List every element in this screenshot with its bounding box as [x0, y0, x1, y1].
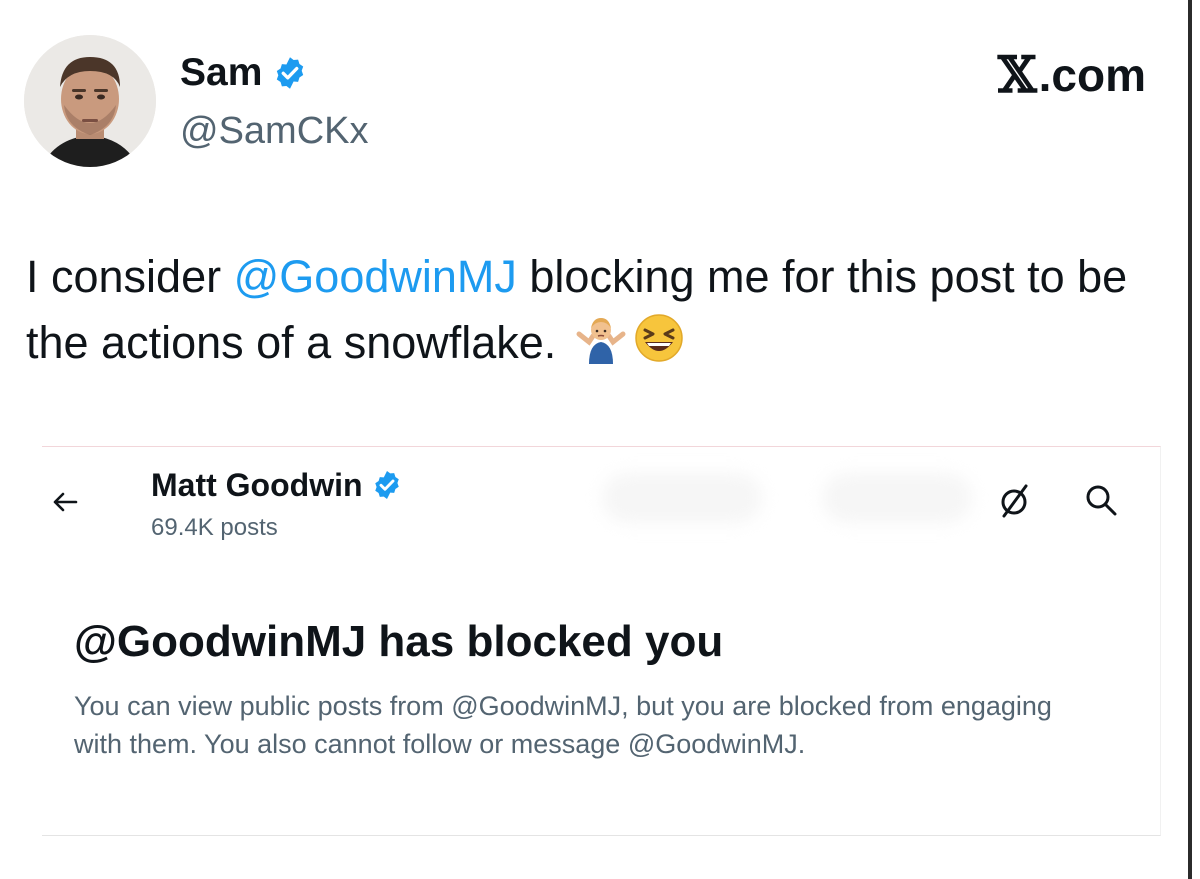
back-arrow-icon[interactable]	[50, 487, 80, 517]
tweet-mention-link[interactable]: @GoodwinMJ	[234, 251, 517, 302]
x-logo-icon: 𝕏	[997, 45, 1037, 104]
blocked-description: You can view public posts from @GoodwinM…	[74, 691, 1052, 759]
search-icon[interactable]	[1084, 483, 1118, 517]
avatar[interactable]	[24, 35, 156, 167]
author-name[interactable]: Sam	[180, 50, 262, 96]
author-handle[interactable]: @SamCKx	[180, 108, 369, 154]
embed-profile-name: Matt Goodwin	[151, 467, 363, 503]
blocked-title: @GoodwinMJ has blocked you	[74, 617, 724, 666]
grok-icon[interactable]	[998, 481, 1032, 521]
blurred-header-area	[602, 473, 762, 523]
verified-badge-icon	[277, 57, 304, 89]
avatar-photo	[24, 35, 156, 167]
right-edge-line	[1188, 0, 1192, 879]
tweet-text: I consider @GoodwinMJ blocking me for th…	[26, 244, 1166, 376]
embed-profile-name-row: Matt Goodwin	[151, 465, 403, 505]
embed-verified-badge-icon	[374, 471, 399, 499]
author-name-row[interactable]: Sam	[180, 50, 308, 96]
grinning-squinting-face-icon	[635, 314, 683, 362]
brand-text: .com	[1038, 49, 1146, 101]
brand-logo: 𝕏 .com	[998, 48, 1146, 102]
blurred-header-area	[822, 473, 972, 523]
embedded-screenshot: Matt Goodwin 69.4K posts @GoodwinMJ has …	[42, 446, 1161, 836]
embed-posts-count: 69.4K posts	[151, 514, 278, 541]
tweet-text-before: I consider	[26, 251, 234, 302]
man-shrugging-icon	[576, 318, 626, 364]
